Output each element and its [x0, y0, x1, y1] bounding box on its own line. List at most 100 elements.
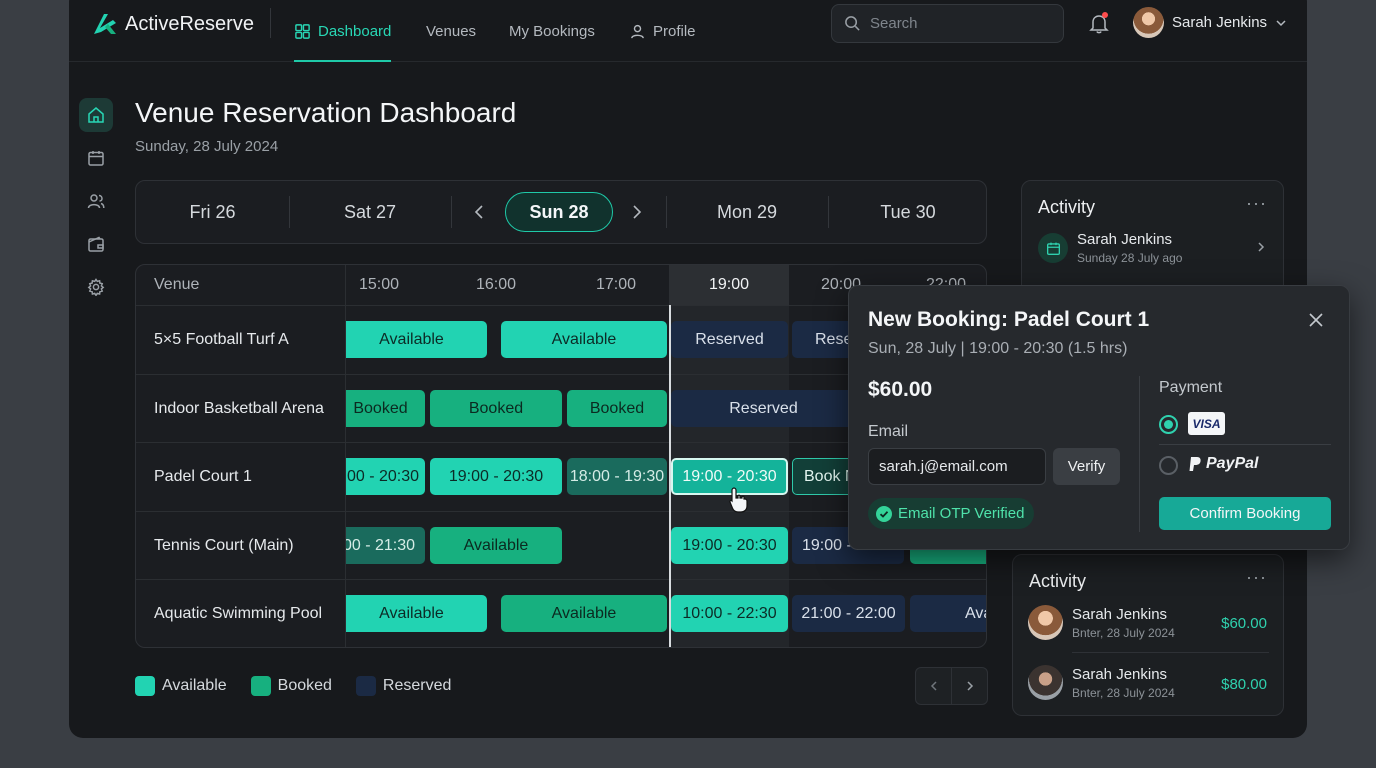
- verify-button[interactable]: Verify: [1053, 448, 1120, 485]
- venue-name: Padel Court 1: [154, 468, 252, 485]
- pager-next-button[interactable]: [951, 668, 987, 704]
- check-circle-icon: [876, 505, 892, 522]
- activity-item[interactable]: Sarah Jenkins Bnter, 28 July 2024: [1072, 606, 1175, 640]
- legend-label: Reserved: [382, 677, 452, 694]
- day-sun-28[interactable]: Sun 28: [505, 192, 613, 232]
- slot-reserved[interactable]: 21:00 - 22:00: [792, 595, 905, 632]
- nav-venues[interactable]: Venues: [426, 0, 476, 62]
- side-rail: [79, 98, 113, 313]
- day-mon-29[interactable]: Mon 29: [667, 181, 827, 243]
- slot-booked[interactable]: 18:00 - 19:30: [567, 458, 667, 495]
- payment-divider: [1159, 444, 1331, 445]
- modal-title: New Booking: Padel Court 1: [868, 308, 1150, 331]
- slot-available[interactable]: Available: [501, 595, 667, 632]
- slot-available[interactable]: Available: [346, 321, 487, 358]
- notification-badge: [1102, 12, 1108, 18]
- notifications-button[interactable]: [1088, 12, 1110, 34]
- page-date: Sunday, 28 July 2024: [135, 138, 279, 155]
- email-field[interactable]: [868, 448, 1046, 485]
- activity-calendar-badge: [1038, 233, 1068, 263]
- rail-calendar[interactable]: [79, 141, 113, 175]
- slot-available[interactable]: Available: [430, 527, 562, 564]
- slot-reserved[interactable]: Reserved: [671, 321, 788, 358]
- paypal-label: PayPal: [1206, 455, 1259, 472]
- search-input[interactable]: [870, 15, 1040, 32]
- chevron-left-icon: [930, 681, 937, 691]
- paypal-radio[interactable]: [1159, 456, 1178, 475]
- activity-panel-top: Activity ··· Sarah Jenkins Sunday 28 Jul…: [1021, 180, 1284, 300]
- slot-available[interactable]: Available: [501, 321, 667, 358]
- slot-booked[interactable]: Booked: [567, 390, 667, 427]
- slot-reserved[interactable]: Available: [910, 595, 986, 632]
- search-box[interactable]: [831, 4, 1064, 43]
- day-tue-30[interactable]: Tue 30: [829, 181, 987, 243]
- otp-verified-badge: Email OTP Verified: [868, 498, 1035, 529]
- legend-swatch: [250, 676, 271, 696]
- more-icon[interactable]: ···: [1246, 567, 1267, 588]
- rail-users[interactable]: [79, 184, 113, 218]
- slot-booked[interactable]: 20:00 - 21:30: [346, 527, 425, 564]
- activity-item[interactable]: Sarah Jenkins Sunday 28 July ago: [1077, 231, 1182, 265]
- pager-prev-button[interactable]: [916, 668, 951, 704]
- slot-reserved[interactable]: Reserved: [671, 390, 856, 427]
- current-time-line: [669, 305, 671, 647]
- nav-divider: [270, 8, 271, 38]
- gear-icon: [87, 278, 105, 296]
- pointer-cursor-icon: [729, 487, 748, 513]
- close-icon[interactable]: [1307, 311, 1325, 329]
- nav-profile-label: Profile: [653, 22, 696, 40]
- slot-available[interactable]: Available: [346, 595, 487, 632]
- legend-item: Available: [135, 676, 227, 696]
- calendar-icon: [88, 151, 104, 166]
- chevron-right-icon[interactable]: [1255, 241, 1267, 253]
- users-icon: [87, 194, 105, 209]
- rail-wallet[interactable]: [79, 227, 113, 261]
- day-sat-27[interactable]: Sat 27: [290, 181, 450, 243]
- activity-divider: [1072, 652, 1269, 653]
- slot-available[interactable]: 10:00 - 22:30: [671, 595, 788, 632]
- nav-venues-label: Venues: [426, 22, 477, 40]
- chevron-down-icon: [1276, 19, 1286, 26]
- paypal-option[interactable]: PayPal: [1188, 455, 1258, 473]
- legend-swatch: [135, 676, 155, 696]
- nav-dashboard[interactable]: Dashboard: [294, 0, 392, 62]
- rail-settings[interactable]: [79, 270, 113, 304]
- day-selector: Fri 26 Sat 27 Sun 28 Mon 29 Tue 30: [135, 180, 987, 244]
- page-title: Venue Reservation Dashboard: [135, 97, 517, 128]
- app-logo[interactable]: ActiveReserve: [91, 10, 254, 38]
- activity-name: Sarah Jenkins: [1077, 231, 1173, 248]
- activity-item[interactable]: Sarah Jenkins Bnter, 28 July 2024: [1072, 666, 1175, 700]
- slot-booked[interactable]: Booked: [346, 390, 425, 427]
- slot-available[interactable]: 19:00 - 20:30: [671, 527, 788, 564]
- home-icon: [88, 107, 104, 123]
- slot-available[interactable]: 19:00 - 20:30: [346, 458, 425, 495]
- nav-my-bookings[interactable]: My Bookings: [509, 0, 595, 62]
- legend-item: Booked: [250, 676, 332, 696]
- activity-amount: $80.00: [1221, 676, 1267, 693]
- venue-column-header: Venue: [154, 276, 200, 293]
- time-header: 17:00: [596, 276, 637, 293]
- confirm-booking-button[interactable]: Confirm Booking: [1159, 497, 1331, 530]
- avatar: [1028, 665, 1063, 700]
- nav-my-bookings-label: My Bookings: [509, 22, 595, 40]
- rail-home[interactable]: [79, 98, 113, 132]
- user-menu[interactable]: Sarah Jenkins: [1133, 7, 1287, 38]
- chevron-right-icon[interactable]: [626, 202, 646, 222]
- avatar: [1028, 605, 1063, 640]
- chevron-left-icon[interactable]: [470, 202, 490, 222]
- activity-name: Sarah Jenkins: [1072, 666, 1168, 683]
- day-fri-26[interactable]: Fri 26: [136, 181, 289, 243]
- booking-modal: New Booking: Padel Court 1 Sun, 28 July …: [848, 285, 1350, 550]
- payment-label: Payment: [1159, 379, 1223, 396]
- venue-name: Indoor Basketball Arena: [154, 400, 324, 417]
- slot-available[interactable]: 19:00 - 20:30: [430, 458, 562, 495]
- activity-title: Activity: [1038, 197, 1096, 217]
- user-icon: [631, 24, 644, 38]
- more-icon[interactable]: ···: [1246, 193, 1267, 214]
- activity-name: Sarah Jenkins: [1072, 606, 1168, 623]
- venue-name: 5×5 Football Turf A: [154, 331, 289, 348]
- visa-radio[interactable]: [1159, 415, 1178, 434]
- pager: [915, 667, 988, 705]
- slot-booked[interactable]: Booked: [430, 390, 562, 427]
- nav-profile[interactable]: Profile: [629, 0, 696, 62]
